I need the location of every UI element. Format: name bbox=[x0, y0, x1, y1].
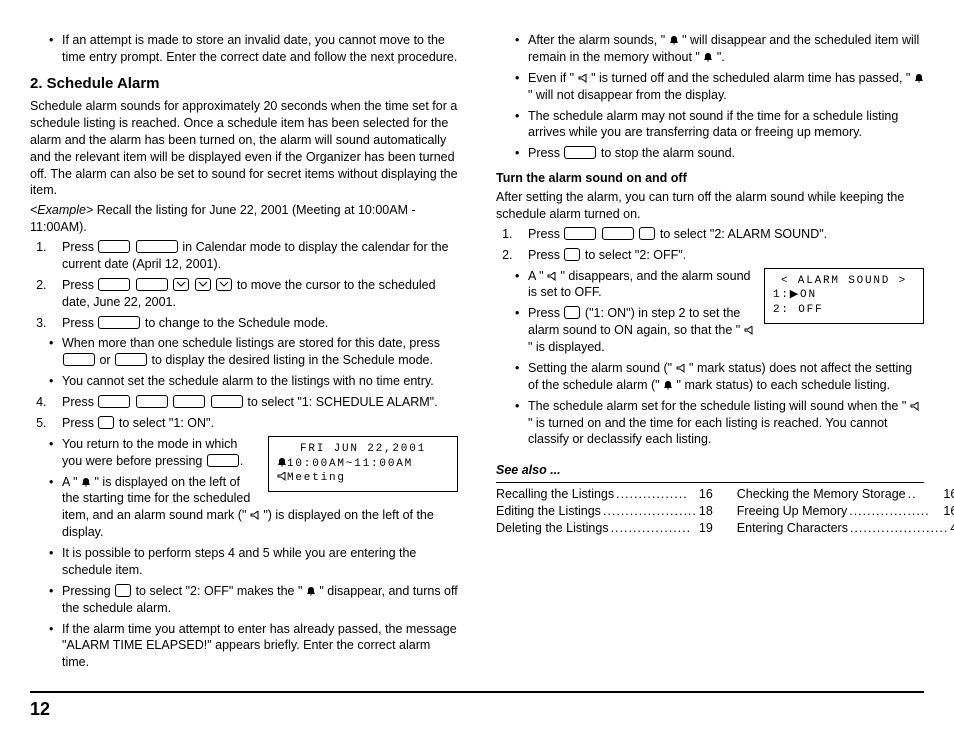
see-also-row: Freeing Up Memory..................16 bbox=[737, 503, 954, 520]
key-icon bbox=[564, 227, 596, 240]
key-icon bbox=[98, 240, 130, 253]
see-also-row: Deleting the Listings..................1… bbox=[496, 520, 713, 537]
bell-icon bbox=[914, 73, 924, 83]
subheading-intro: After setting the alarm, you can turn of… bbox=[496, 189, 924, 223]
step-1: Press in Calendar mode to display the ca… bbox=[50, 239, 458, 273]
note-after-alarm: After the alarm sounds, " " will disappe… bbox=[516, 32, 924, 66]
see-also-row: Checking the Memory Storage..16 bbox=[737, 486, 954, 503]
r-note-does-not-affect: Setting the alarm sound (" " mark status… bbox=[516, 360, 924, 394]
see-also-row: Entering Characters.....................… bbox=[737, 520, 954, 537]
bell-icon bbox=[703, 52, 713, 62]
r-step-1: Press to select "2: ALARM SOUND". bbox=[516, 226, 924, 243]
bell-icon bbox=[663, 380, 673, 390]
right-column: After the alarm sounds, " " will disappe… bbox=[496, 30, 924, 675]
key-icon bbox=[98, 395, 130, 408]
see-also-row: Recalling the Listings................16 bbox=[496, 486, 713, 503]
key-icon bbox=[602, 227, 634, 240]
key-icon bbox=[98, 316, 140, 329]
key-icon bbox=[639, 227, 655, 240]
page-number: 12 bbox=[30, 691, 924, 721]
down-key-icon bbox=[195, 278, 211, 291]
key-icon bbox=[173, 395, 205, 408]
see-also-row: Editing the Listings....................… bbox=[496, 503, 713, 520]
key-icon bbox=[98, 416, 114, 429]
section-intro: Schedule alarm sounds for approximately … bbox=[30, 98, 458, 199]
horn-icon bbox=[547, 272, 557, 281]
key-icon bbox=[136, 395, 168, 408]
step-5: Press to select "1: ON". bbox=[50, 415, 458, 432]
step-3: Press to change to the Schedule mode. bbox=[50, 315, 458, 332]
horn-icon bbox=[910, 402, 920, 411]
key-icon bbox=[115, 584, 131, 597]
key-icon bbox=[564, 248, 580, 261]
note-off: Pressing to select "2: OFF" makes the " … bbox=[50, 583, 458, 617]
horn-icon bbox=[578, 74, 588, 83]
left-column: If an attempt is made to store an invali… bbox=[30, 30, 458, 675]
key-icon bbox=[207, 454, 239, 467]
note-even-if: Even if " " is turned off and the schedu… bbox=[516, 70, 924, 104]
horn-icon bbox=[250, 511, 260, 520]
key-icon bbox=[211, 395, 243, 408]
key-icon bbox=[63, 353, 95, 366]
down-key-icon bbox=[173, 278, 189, 291]
r-note-will-sound: The schedule alarm set for the schedule … bbox=[516, 398, 924, 449]
intro-bullet: If an attempt is made to store an invali… bbox=[50, 32, 458, 66]
note-elapsed: If the alarm time you attempt to enter h… bbox=[50, 621, 458, 672]
note-press-stop: Press to stop the alarm sound. bbox=[516, 145, 924, 162]
horn-icon bbox=[744, 326, 754, 335]
example-line: <Example> Recall the listing for June 22… bbox=[30, 202, 458, 236]
subheading-turn-alarm: Turn the alarm sound on and off bbox=[496, 170, 924, 187]
r-note-disappears: A " " disappears, and the alarm sound is… bbox=[516, 268, 924, 302]
key-icon bbox=[98, 278, 130, 291]
note-return-mode: You return to the mode in which you were… bbox=[50, 436, 458, 470]
example-label: <Example> bbox=[30, 203, 93, 217]
step-4: Press to select "1: SCHEDULE ALARM". bbox=[50, 394, 458, 411]
note-multiple-listings: When more than one schedule listings are… bbox=[50, 335, 458, 369]
key-icon bbox=[136, 240, 178, 253]
note-bell-mark: A " " is displayed on the left of the st… bbox=[50, 474, 458, 542]
note-perform-4-5: It is possible to perform steps 4 and 5 … bbox=[50, 545, 458, 579]
see-also-heading: See also ... bbox=[496, 462, 924, 479]
note-no-time-entry: You cannot set the schedule alarm to the… bbox=[50, 373, 458, 390]
key-icon bbox=[115, 353, 147, 366]
r-note-on-again: Press ("1: ON") in step 2 to set the ala… bbox=[516, 305, 924, 356]
key-icon bbox=[564, 306, 580, 319]
key-icon bbox=[136, 278, 168, 291]
key-icon bbox=[564, 146, 596, 159]
step-2: Press to move the cursor to the schedule… bbox=[50, 277, 458, 311]
bell-icon bbox=[81, 477, 91, 487]
down-key-icon bbox=[216, 278, 232, 291]
note-may-not-sound: The schedule alarm may not sound if the … bbox=[516, 108, 924, 142]
bell-icon bbox=[669, 35, 679, 45]
see-also-table: Recalling the Listings................16… bbox=[496, 482, 924, 537]
horn-icon bbox=[676, 364, 686, 373]
r-step-2: Press to select "2: OFF". bbox=[516, 247, 924, 264]
bell-icon bbox=[306, 586, 316, 596]
section-heading: 2. Schedule Alarm bbox=[30, 74, 458, 94]
